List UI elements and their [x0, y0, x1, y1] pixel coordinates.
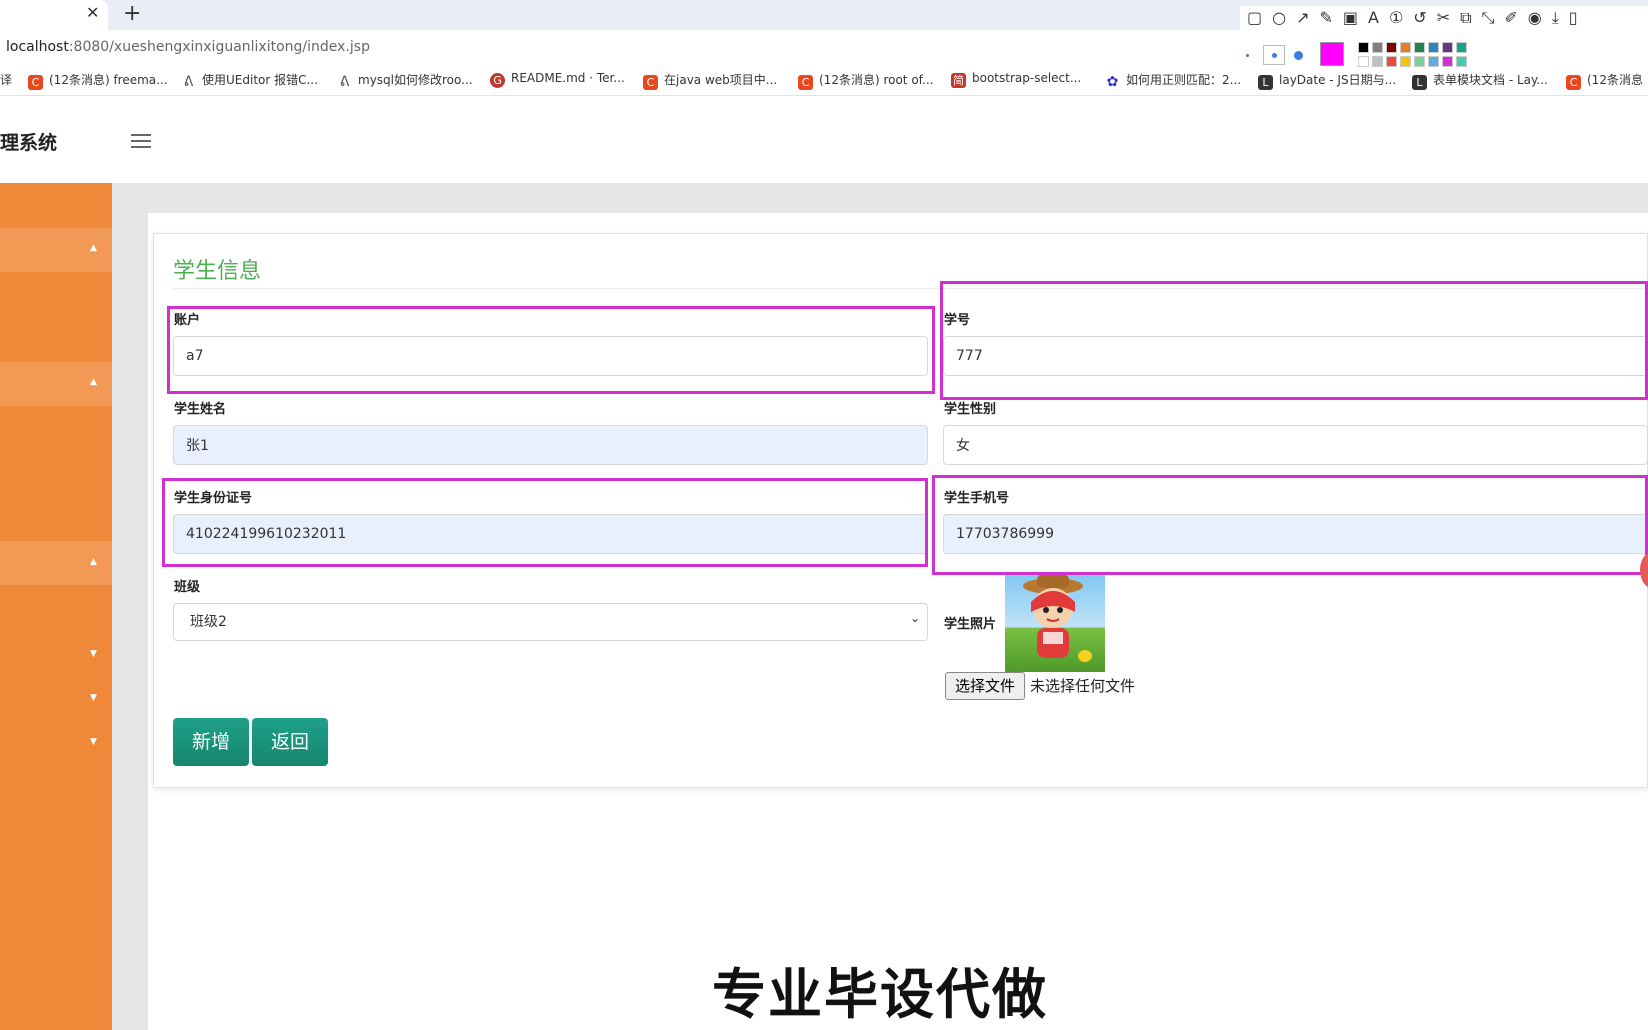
- chevron-down-icon[interactable]: ▼: [90, 737, 97, 747]
- chevron-up-icon[interactable]: ▲: [90, 243, 97, 253]
- bookmark-label: 译: [0, 73, 13, 87]
- back-button[interactable]: 返回: [252, 718, 328, 766]
- bookmark-favicon-icon: C: [28, 75, 43, 90]
- add-button[interactable]: 新增: [173, 718, 249, 766]
- watermark-text: 专业毕设代做: [712, 963, 1048, 1026]
- color-swatch[interactable]: [1358, 56, 1369, 67]
- bookmark-favicon-icon: C: [1566, 75, 1581, 90]
- bookmark-favicon-icon: 简: [951, 73, 966, 88]
- bookmark-item[interactable]: 译: [0, 71, 12, 88]
- color-swatch[interactable]: [1372, 56, 1383, 67]
- bookmark-item[interactable]: C 在java web项目中...: [643, 71, 777, 90]
- bookmark-favicon-icon: ᕕ: [339, 74, 350, 90]
- bookmark-label: README.md · Ter...: [511, 71, 625, 85]
- pen-size-large-icon[interactable]: [1294, 51, 1303, 60]
- no-file-text: 未选择任何文件: [1030, 677, 1136, 695]
- color-swatch[interactable]: [1400, 56, 1411, 67]
- bookmark-item[interactable]: C (12条消息) freema...: [28, 71, 168, 90]
- color-swatch[interactable]: [1428, 42, 1439, 53]
- bookmark-item[interactable]: G README.md · Ter...: [490, 71, 625, 88]
- bookmark-item[interactable]: LlayDate - JS日期与...: [1258, 71, 1396, 90]
- bookmark-item[interactable]: L 表单模块文档 - Lay...: [1412, 71, 1548, 90]
- bookmark-label: (12条消息) freema...: [49, 73, 168, 87]
- bookmark-label: (12条消息) root of...: [819, 73, 934, 87]
- class-label: 班级: [174, 580, 201, 595]
- color-swatch[interactable]: [1442, 56, 1453, 67]
- gender-input[interactable]: [943, 425, 1648, 465]
- bookmark-favicon-icon: ᕕ: [183, 74, 194, 90]
- pen-size-small-icon[interactable]: [1246, 54, 1249, 57]
- color-swatch[interactable]: [1414, 42, 1425, 53]
- class-select[interactable]: 班级2: [173, 603, 928, 641]
- bookmark-label: 如何用正则匹配：2...: [1126, 73, 1242, 87]
- bookmark-item[interactable]: 简 bootstrap-select...: [951, 71, 1081, 88]
- color-swatch[interactable]: [1386, 56, 1397, 67]
- bookmark-item[interactable]: C (12条消息: [1566, 71, 1643, 90]
- color-swatch[interactable]: [1358, 42, 1369, 53]
- pen-size-medium-dot-icon: [1272, 53, 1277, 58]
- color-swatch[interactable]: [1456, 42, 1467, 53]
- new-tab-icon[interactable]: +: [123, 1, 141, 26]
- color-swatch[interactable]: [1442, 42, 1453, 53]
- chevron-down-icon: ⌄: [910, 611, 921, 625]
- color-swatch[interactable]: [1400, 42, 1411, 53]
- url-text[interactable]: localhost:8080/xueshengxinxiguanlixitong…: [6, 39, 370, 55]
- color-swatch[interactable]: [1386, 42, 1397, 53]
- bookmark-item[interactable]: ᕕ 使用UEditor 报错C...: [181, 71, 318, 90]
- chevron-down-icon[interactable]: ▼: [90, 649, 97, 659]
- chevron-up-icon[interactable]: ▲: [90, 557, 97, 567]
- bookmark-favicon-icon: L: [1258, 75, 1273, 90]
- bookmark-favicon-icon: C: [643, 75, 658, 90]
- chevron-up-icon[interactable]: ▲: [90, 377, 97, 387]
- class-selected-value: 班级2: [190, 614, 227, 630]
- gender-label: 学生性别: [944, 402, 997, 417]
- bookmark-favicon-icon: G: [490, 73, 505, 88]
- color-swatch[interactable]: [1414, 56, 1425, 67]
- bookmark-label: 表单模块文档 - Lay...: [1433, 73, 1548, 87]
- bookmark-label: 使用UEditor 报错C...: [202, 73, 318, 87]
- color-swatch[interactable]: [1372, 42, 1383, 53]
- student-name-label: 学生姓名: [174, 402, 227, 417]
- bookmark-label: (12条消息: [1587, 73, 1643, 87]
- bookmark-label: layDate - JS日期与...: [1279, 73, 1397, 87]
- highlight-box-student-no: [940, 281, 1648, 400]
- bookmark-favicon-icon: L: [1412, 75, 1427, 90]
- highlight-box-id-card: [162, 478, 928, 567]
- student-photo: [1005, 572, 1105, 672]
- hamburger-menu-icon[interactable]: [131, 134, 151, 148]
- screenshot-tool-icons[interactable]: ▢○↗✎▣A①↺✂⧉⤡✐◉⤓▯: [1247, 8, 1588, 28]
- bookmark-favicon-icon: C: [798, 75, 813, 90]
- current-color-swatch[interactable]: [1320, 42, 1344, 66]
- color-swatch[interactable]: [1456, 56, 1467, 67]
- sidebar: [0, 183, 112, 1030]
- highlight-box-account: [167, 306, 935, 394]
- bookmark-favicon-icon: ✿: [1106, 74, 1119, 90]
- bookmark-item[interactable]: C (12条消息) root of...: [798, 71, 933, 90]
- close-icon[interactable]: ✕: [86, 3, 99, 22]
- app-brand: 理系统: [0, 132, 58, 154]
- bookmark-label: 在java web项目中...: [664, 73, 778, 87]
- page-title: 学生信息: [173, 259, 262, 284]
- bookmark-item[interactable]: ✿ 如何用正则匹配：2...: [1105, 71, 1241, 90]
- bookmark-label: bootstrap-select...: [972, 71, 1082, 85]
- color-swatch[interactable]: [1428, 56, 1439, 67]
- choose-file-button[interactable]: 选择文件: [945, 672, 1025, 700]
- highlight-box-phone: [932, 475, 1648, 575]
- bookmark-label: mysql如何修改roo...: [358, 73, 473, 87]
- student-name-input[interactable]: [173, 425, 928, 465]
- photo-label: 学生照片: [944, 617, 997, 632]
- bookmark-item[interactable]: ᕕ mysql如何修改roo...: [337, 71, 473, 90]
- chevron-down-icon[interactable]: ▼: [90, 693, 97, 703]
